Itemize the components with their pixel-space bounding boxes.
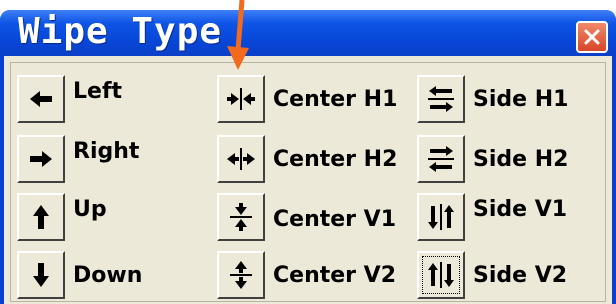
wipe-options-group: Left Right Up Down Center H1 Center H2 C…	[10, 62, 606, 302]
arrows-converge-horizontal-icon	[227, 88, 255, 110]
wipe-side-v2-button[interactable]	[417, 251, 465, 299]
wipe-down-label: Down	[73, 263, 143, 288]
arrows-opposite-vertical-reversed-icon	[428, 262, 454, 288]
wipe-left-label: Left	[73, 79, 123, 104]
close-button[interactable]	[576, 21, 608, 53]
wipe-up-label: Up	[73, 197, 107, 222]
wipe-side-v1-label: Side V1	[473, 197, 568, 222]
arrows-opposite-horizontal-reversed-icon	[428, 146, 454, 172]
wipe-center-v2-button[interactable]	[217, 251, 265, 299]
arrow-down-icon	[33, 263, 49, 287]
close-icon	[584, 29, 600, 45]
wipe-side-h2-label: Side H2	[473, 147, 569, 172]
wipe-right-button[interactable]	[17, 135, 65, 183]
wipe-side-v1-button[interactable]	[417, 193, 465, 241]
wipe-center-v1-button[interactable]	[217, 193, 265, 241]
window-title: Wipe Type	[18, 11, 223, 52]
wipe-up-button[interactable]	[17, 193, 65, 241]
wipe-center-v1-label: Center V1	[273, 207, 397, 232]
wipe-side-v2-label: Side V2	[473, 263, 568, 288]
wipe-center-h2-button[interactable]	[217, 135, 265, 183]
wipe-side-h2-button[interactable]	[417, 135, 465, 183]
wipe-down-button[interactable]	[17, 251, 65, 299]
wipe-side-h1-button[interactable]	[417, 75, 465, 123]
title-bar: Wipe Type	[0, 10, 616, 56]
wipe-center-v2-label: Center V2	[273, 263, 397, 288]
arrow-right-icon	[30, 151, 52, 167]
arrow-left-icon	[30, 91, 52, 107]
arrows-diverge-vertical-icon	[230, 261, 252, 289]
wipe-side-h1-label: Side H1	[473, 87, 569, 112]
arrows-diverge-horizontal-icon	[227, 148, 255, 170]
arrows-converge-vertical-icon	[230, 203, 252, 231]
arrows-opposite-horizontal-icon	[428, 86, 454, 112]
wipe-right-label: Right	[73, 139, 140, 164]
arrow-up-icon	[33, 205, 49, 229]
wipe-center-h1-label: Center H1	[273, 87, 398, 112]
wipe-center-h1-button[interactable]	[217, 75, 265, 123]
wipe-left-button[interactable]	[17, 75, 65, 123]
arrows-opposite-vertical-icon	[428, 204, 454, 230]
wipe-center-h2-label: Center H2	[273, 147, 398, 172]
dialog-body: Left Right Up Down Center H1 Center H2 C…	[4, 56, 612, 304]
annotation-arrow-icon	[227, 0, 249, 70]
wipe-type-dialog: Wipe Type Left Right Up Down Center H1 C…	[0, 10, 616, 304]
